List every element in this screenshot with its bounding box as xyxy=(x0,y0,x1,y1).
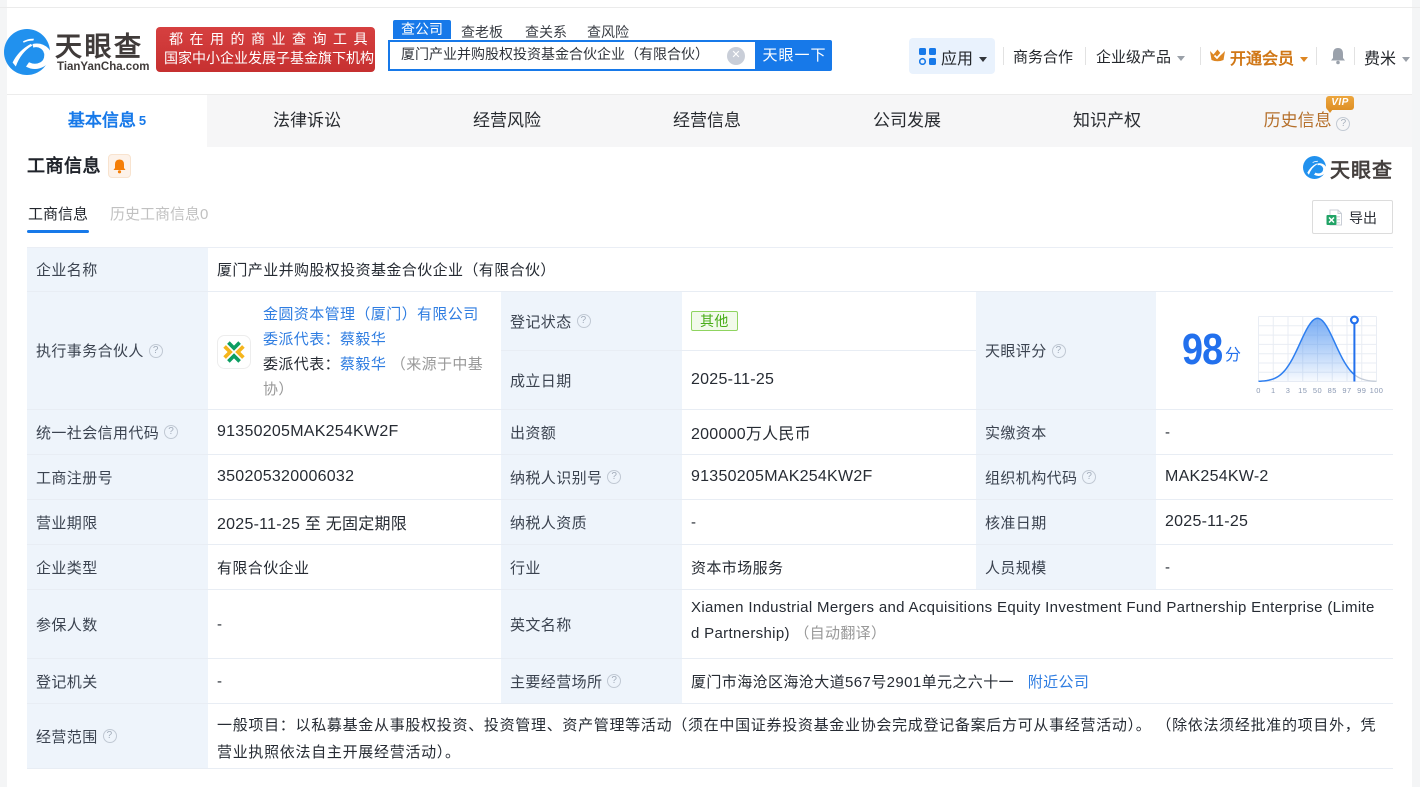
svg-text:50: 50 xyxy=(1313,386,1322,395)
svg-text:97: 97 xyxy=(1342,386,1351,395)
svg-text:99: 99 xyxy=(1357,386,1366,395)
svg-text:15: 15 xyxy=(1298,386,1307,395)
svg-text:0: 0 xyxy=(1256,386,1261,395)
svg-text:100: 100 xyxy=(1370,386,1384,395)
svg-text:3: 3 xyxy=(1286,386,1291,395)
svg-text:1: 1 xyxy=(1271,386,1276,395)
svg-text:85: 85 xyxy=(1328,386,1337,395)
